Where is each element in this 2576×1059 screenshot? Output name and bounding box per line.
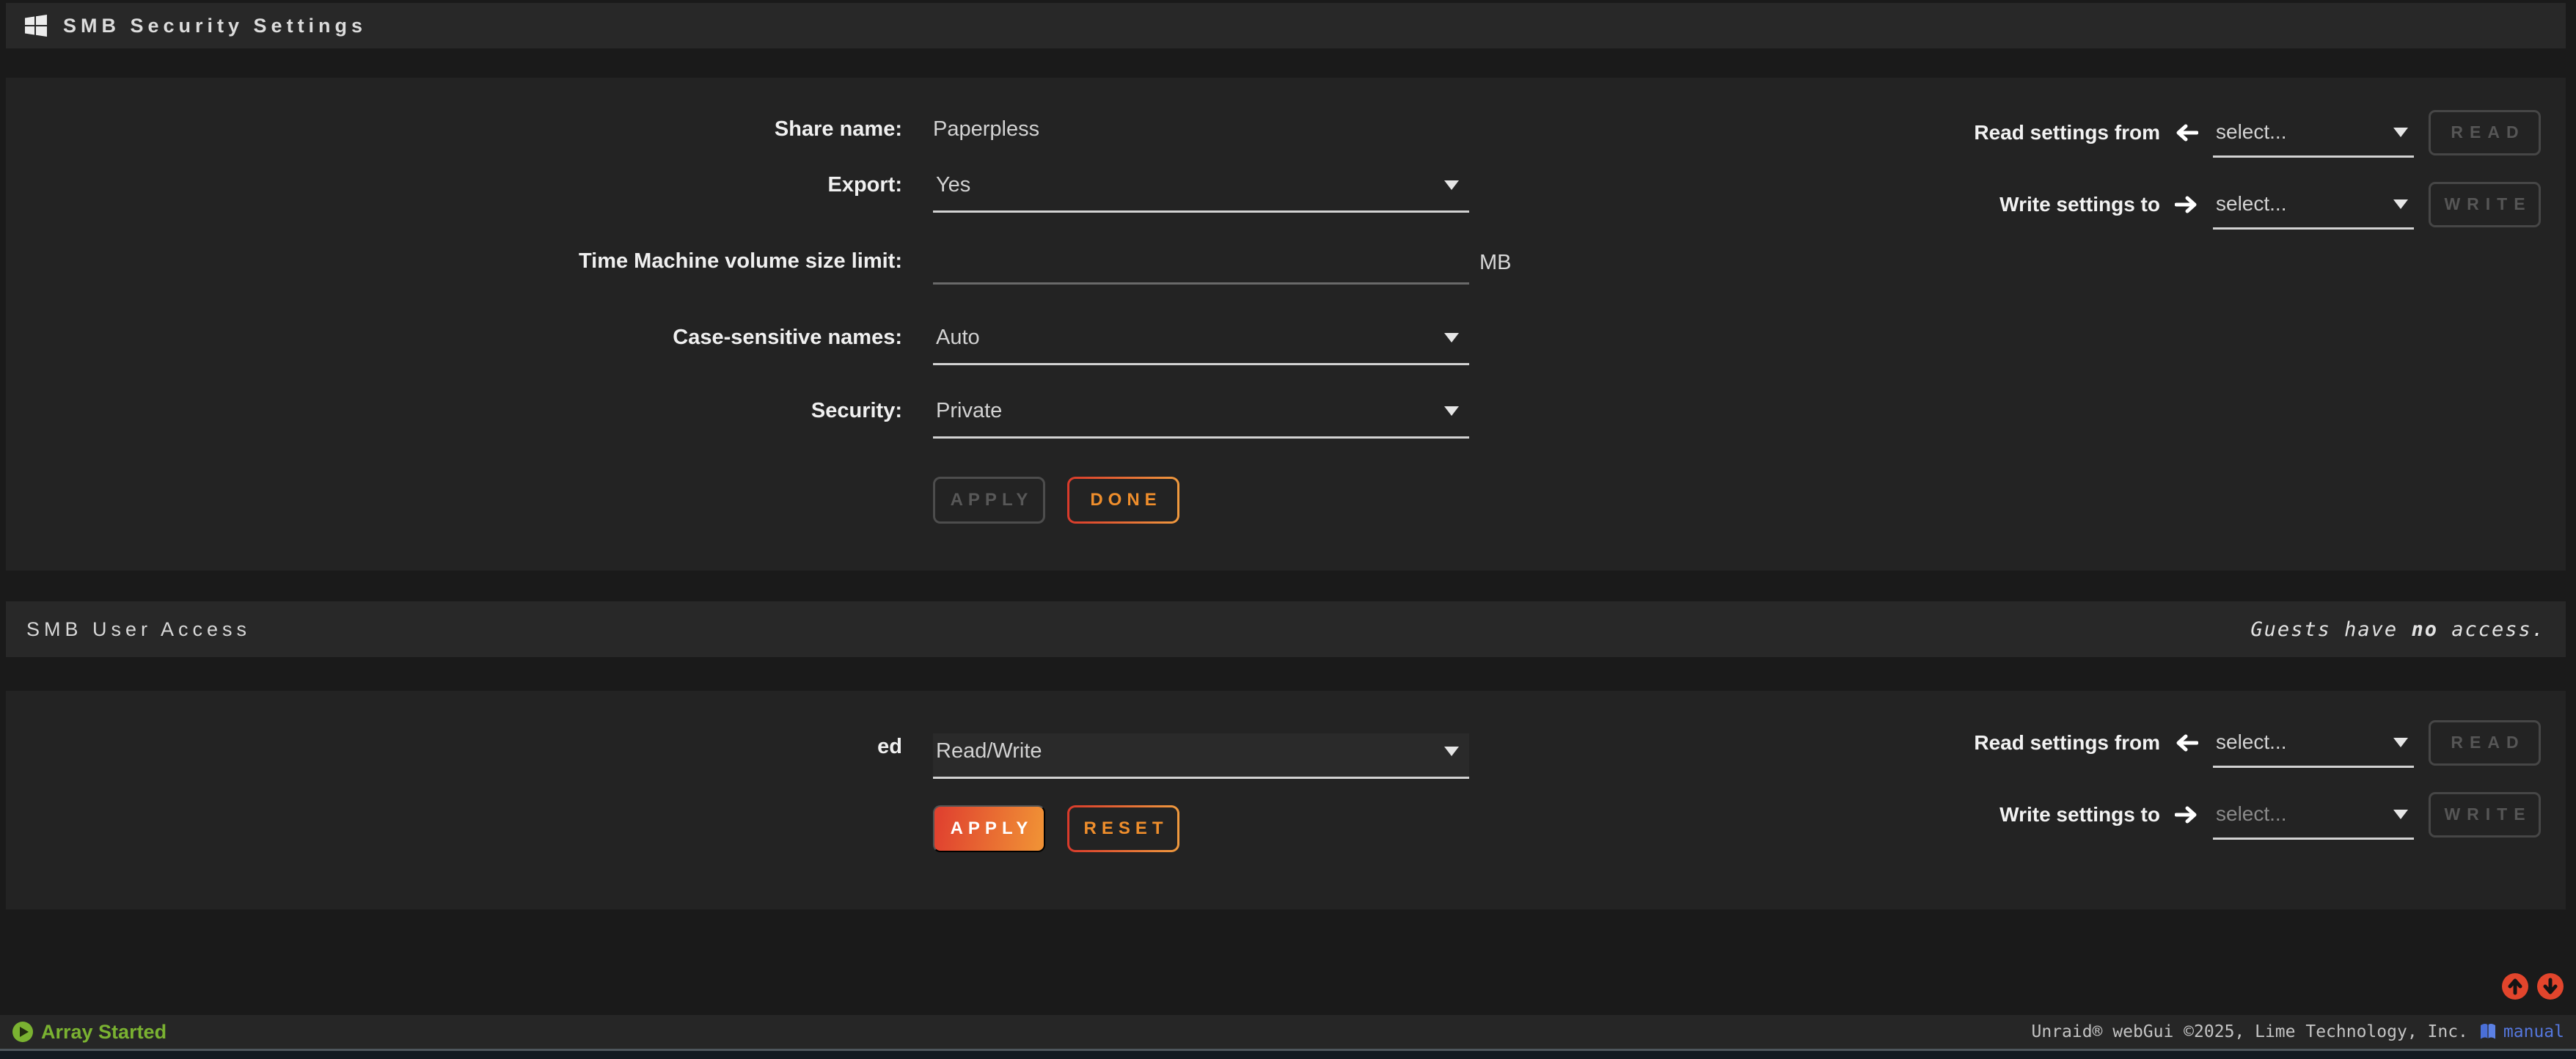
smb-user-access-heading: SMB User Access [26, 618, 251, 641]
read-settings-select[interactable]: select... [2213, 120, 2414, 158]
case-sensitive-label: Case-sensitive names: [6, 324, 902, 350]
apply-button[interactable]: APPLY [933, 805, 1045, 852]
user-name-label: ed [6, 733, 902, 759]
read-settings-select-value: select... [2216, 730, 2286, 754]
write-settings-row: Write settings to select... WRITE [1999, 179, 2541, 230]
share-name-value: Paperpless [933, 116, 1039, 142]
title-bar: SMB Security Settings [6, 3, 2566, 48]
caret-down-icon [1444, 747, 1459, 756]
scroll-arrows [2501, 972, 2564, 1000]
time-machine-unit: MB [1479, 248, 1512, 275]
read-button[interactable]: READ [2429, 110, 2541, 155]
time-machine-input-underline [933, 248, 1469, 285]
share-name-label: Share name: [6, 116, 902, 142]
done-button[interactable]: DONE [1067, 477, 1179, 524]
manual-link[interactable]: manual [2478, 1022, 2564, 1041]
export-label: Export: [6, 172, 902, 197]
scroll-to-bottom-button[interactable] [2536, 972, 2564, 1000]
write-button[interactable]: WRITE [2429, 792, 2541, 838]
time-machine-label: Time Machine volume size limit: [6, 248, 902, 274]
reset-button[interactable]: RESET [1067, 805, 1179, 852]
write-settings-label: Write settings to [1999, 803, 2160, 827]
play-circle-icon [12, 1021, 34, 1043]
scroll-to-top-button[interactable] [2501, 972, 2529, 1000]
security-select[interactable]: Private [933, 397, 1469, 439]
arrow-left-icon [2175, 733, 2198, 753]
done-button-label: DONE [1069, 479, 1177, 521]
time-machine-row: Time Machine volume size limit: MB [6, 248, 1512, 285]
windows-icon [23, 13, 48, 38]
export-select-value: Yes [936, 173, 970, 197]
smb-user-access-panel: ed Read/Write APPLY RESET Read settings … [6, 691, 2566, 909]
user-access-select[interactable]: Read/Write [933, 733, 1469, 779]
read-settings-row: Read settings from select... READ [1974, 107, 2541, 158]
security-label: Security: [6, 397, 902, 423]
book-icon [2478, 1022, 2498, 1041]
case-sensitive-select-value: Auto [936, 326, 980, 350]
read-settings-select[interactable]: select... [2213, 730, 2414, 768]
time-machine-input[interactable] [933, 248, 1469, 280]
user-access-row: ed Read/Write [6, 733, 1469, 779]
caret-down-icon [1444, 180, 1459, 190]
bottom-strip [0, 1051, 2576, 1059]
security-row: Security: Private [6, 397, 1469, 439]
caret-down-icon [2393, 738, 2408, 747]
read-button[interactable]: READ [2429, 720, 2541, 766]
caret-down-icon [2393, 199, 2408, 209]
reset-button-label: RESET [1069, 807, 1177, 850]
apply-button[interactable]: APPLY [933, 477, 1045, 524]
caret-down-icon [2393, 128, 2408, 137]
write-button[interactable]: WRITE [2429, 182, 2541, 227]
smb-user-access-bar: SMB User Access Guests have no access. [6, 601, 2566, 657]
write-settings-select-value: select... [2216, 192, 2286, 216]
read-settings-row: Read settings from select... READ [1974, 717, 2541, 768]
case-sensitive-select[interactable]: Auto [933, 324, 1469, 365]
user-access-select-value: Read/Write [936, 739, 1042, 763]
array-status: Array Started [12, 1021, 167, 1044]
write-settings-select-value: select... [2216, 802, 2286, 826]
read-settings-label: Read settings from [1974, 121, 2160, 144]
arrow-right-icon [2175, 194, 2198, 215]
manual-link-label: manual [2503, 1022, 2564, 1041]
export-row: Export: Yes [6, 172, 1469, 213]
read-settings-select-value: select... [2216, 120, 2286, 144]
guests-access-note: Guests have no access. [2250, 618, 2545, 641]
arrow-right-icon [2175, 805, 2198, 825]
caret-down-icon [1444, 406, 1459, 416]
footer-bar: Array Started Unraid® webGui ©2025, Lime… [0, 1015, 2576, 1049]
share-name-row: Share name: Paperpless [6, 116, 1039, 142]
write-settings-select[interactable]: select... [2213, 802, 2414, 840]
export-select[interactable]: Yes [933, 172, 1469, 213]
copyright-text: Unraid® webGui ©2025, Lime Technology, I… [2031, 1022, 2467, 1041]
smb-security-panel: Share name: Paperpless Export: Yes Time … [6, 78, 2566, 571]
case-sensitive-row: Case-sensitive names: Auto [6, 324, 1469, 365]
page-title: SMB Security Settings [63, 15, 367, 37]
caret-down-icon [2393, 810, 2408, 819]
write-settings-label: Write settings to [1999, 193, 2160, 216]
caret-down-icon [1444, 333, 1459, 342]
write-settings-row: Write settings to select... WRITE [1999, 789, 2541, 840]
security-select-value: Private [936, 399, 1002, 423]
array-status-text: Array Started [41, 1021, 167, 1044]
write-settings-select[interactable]: select... [2213, 192, 2414, 230]
arrow-left-icon [2175, 122, 2198, 143]
read-settings-label: Read settings from [1974, 731, 2160, 755]
